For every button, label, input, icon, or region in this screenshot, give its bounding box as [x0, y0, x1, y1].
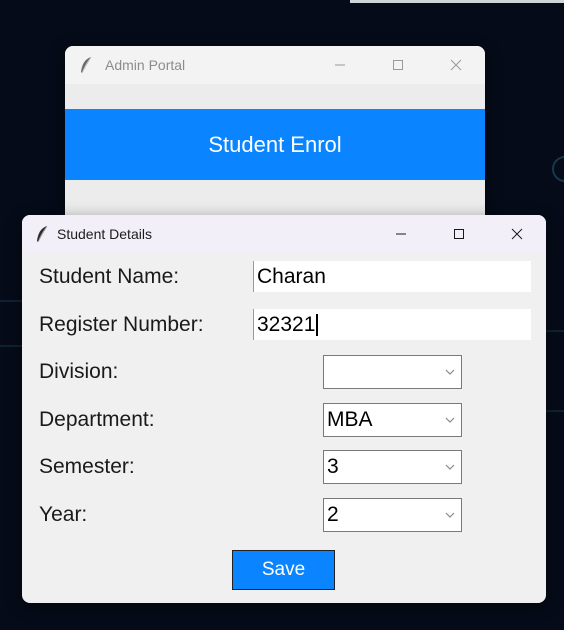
- admin-portal-window: Admin Portal Student Enrol: [65, 46, 485, 236]
- year-value: 2: [327, 503, 339, 526]
- minimize-icon[interactable]: [372, 215, 430, 253]
- save-button[interactable]: Save: [232, 550, 335, 590]
- feather-icon: [75, 54, 97, 76]
- background-window-edge: [350, 0, 564, 3]
- background-circuit-line: [546, 410, 564, 412]
- window-title: Student Details: [57, 226, 152, 242]
- student-name-input[interactable]: Charan: [253, 261, 531, 292]
- semester-select[interactable]: 3: [323, 450, 462, 484]
- division-label: Division:: [39, 360, 119, 383]
- year-select[interactable]: 2: [323, 498, 462, 532]
- background-circuit-line: [0, 300, 22, 302]
- register-number-value: 32321: [257, 312, 316, 336]
- student-enrol-button[interactable]: Student Enrol: [65, 109, 485, 180]
- chevron-down-icon[interactable]: [439, 512, 461, 518]
- window-controls: [311, 46, 485, 84]
- student-name-value: Charan: [257, 264, 326, 288]
- window-controls: [372, 215, 546, 253]
- window-title: Admin Portal: [105, 57, 186, 73]
- year-label: Year:: [39, 503, 88, 526]
- chevron-down-icon[interactable]: [439, 464, 461, 470]
- student-name-label: Student Name:: [39, 265, 180, 288]
- close-icon[interactable]: [488, 215, 546, 253]
- minimize-icon[interactable]: [311, 46, 369, 84]
- register-number-label: Register Number:: [39, 313, 204, 336]
- semester-label: Semester:: [39, 455, 135, 478]
- close-icon[interactable]: [427, 46, 485, 84]
- background-circuit-line: [0, 345, 22, 347]
- maximize-icon[interactable]: [369, 46, 427, 84]
- division-select[interactable]: [323, 355, 462, 389]
- feather-icon: [31, 223, 53, 245]
- student-details-window: Student Details Student Name: Charan Reg…: [22, 215, 546, 603]
- semester-value: 3: [327, 455, 339, 478]
- department-select[interactable]: MBA: [323, 403, 462, 437]
- department-value: MBA: [327, 408, 373, 431]
- register-number-input[interactable]: 32321: [253, 309, 531, 340]
- text-cursor: [316, 313, 319, 336]
- background-circuit-node: [552, 156, 564, 182]
- chevron-down-icon[interactable]: [439, 417, 461, 423]
- department-label: Department:: [39, 408, 155, 431]
- background-circuit-line: [546, 330, 564, 332]
- chevron-down-icon[interactable]: [439, 369, 461, 375]
- maximize-icon[interactable]: [430, 215, 488, 253]
